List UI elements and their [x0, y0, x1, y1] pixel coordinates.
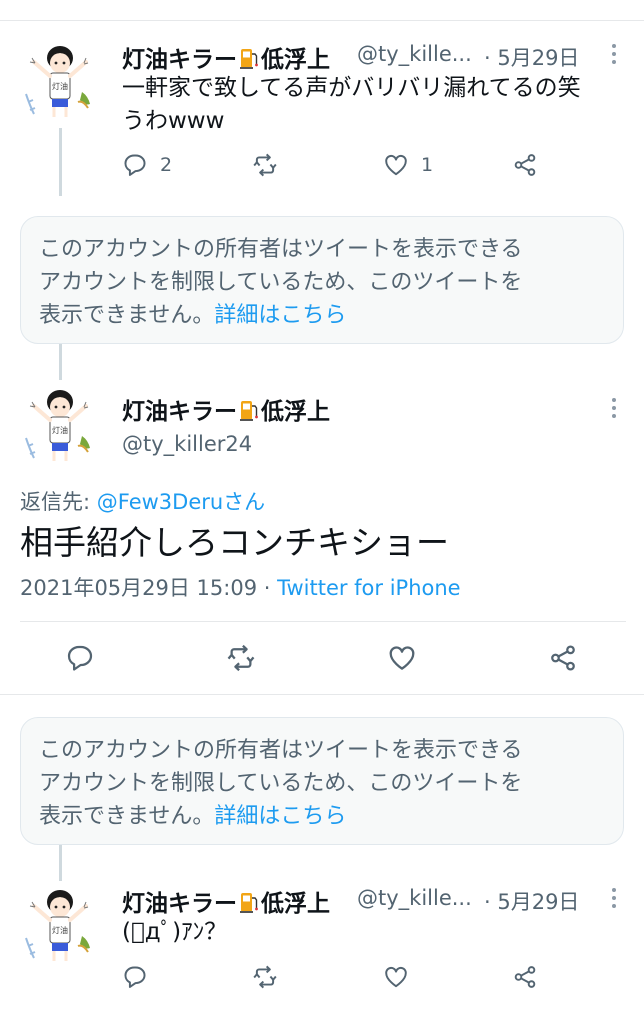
like-icon [387, 643, 417, 673]
tweet-date[interactable]: · 5月29日 [484, 42, 579, 72]
main-tweet-text: 相手紹介しろコンチキショー [20, 523, 449, 562]
more-icon[interactable] [611, 398, 617, 422]
top-divider [0, 20, 644, 21]
tweet-text: (ﾟдﾟ)ｱﾝ？ [122, 919, 228, 945]
user-avatar[interactable] [20, 380, 100, 466]
display-name[interactable]: 灯油キラー 低浮上 [122, 884, 330, 918]
retweet-button[interactable] [252, 964, 278, 990]
tweet-timestamp: 2021年05月29日 15:09 · Twitter for iPhone [20, 576, 461, 600]
reply-count: 2 [160, 154, 173, 176]
reply-icon [122, 152, 148, 178]
reply-button[interactable] [122, 964, 148, 990]
like-button[interactable] [387, 643, 417, 673]
share-icon [512, 964, 538, 990]
like-icon [383, 964, 409, 990]
fuel-pump-icon [239, 890, 259, 914]
more-icon[interactable] [611, 44, 617, 68]
reply-button[interactable]: 2 [122, 152, 172, 178]
retweet-button[interactable] [252, 152, 278, 178]
display-name[interactable]: 灯油キラー 低浮上 [122, 40, 330, 74]
section-divider [0, 694, 644, 695]
thread-line [59, 845, 62, 881]
source-link[interactable]: Twitter for iPhone [277, 576, 461, 600]
handle[interactable]: @ty_kille... [357, 42, 472, 66]
retweet-icon [226, 643, 256, 673]
reply-icon [65, 643, 95, 673]
retweet-icon [252, 152, 278, 178]
share-button[interactable] [512, 152, 538, 178]
learn-more-link[interactable]: 詳細はこちら [214, 804, 346, 829]
share-icon [548, 643, 578, 673]
tweet-date[interactable]: · 5月29日 [484, 886, 579, 916]
like-button[interactable] [383, 964, 409, 990]
learn-more-link[interactable]: 詳細はこちら [214, 303, 346, 328]
share-icon [512, 152, 538, 178]
like-icon [383, 152, 409, 178]
share-button[interactable] [548, 643, 578, 673]
restricted-tweet-notice: このアカウントの所有者はツイートを表示できる アカウントを制限しているため、この… [20, 717, 624, 845]
retweet-icon [252, 964, 278, 990]
reply-icon [122, 964, 148, 990]
like-button[interactable]: 1 [383, 152, 433, 178]
handle[interactable]: @ty_killer24 [122, 432, 252, 456]
retweet-button[interactable] [226, 643, 256, 673]
reply-button[interactable] [65, 643, 95, 673]
fuel-pump-icon [239, 46, 259, 70]
reply-to-link[interactable]: @Few3Deruさん [97, 490, 265, 514]
user-avatar[interactable] [20, 880, 100, 966]
fuel-pump-icon [239, 398, 259, 422]
more-icon[interactable] [611, 888, 617, 912]
reply-to-line: 返信先: @Few3Deruさん [20, 490, 266, 514]
share-button[interactable] [512, 964, 538, 990]
thread-line [59, 128, 62, 196]
thread-line [59, 344, 62, 380]
handle[interactable]: @ty_kille... [357, 886, 472, 910]
display-name[interactable]: 灯油キラー 低浮上 [122, 392, 330, 426]
restricted-tweet-notice: このアカウントの所有者はツイートを表示できる アカウントを制限しているため、この… [20, 216, 624, 344]
user-avatar[interactable] [20, 36, 100, 122]
like-count: 1 [421, 154, 434, 176]
divider [20, 621, 626, 622]
tweet-text: 一軒家で致してる声がバリバリ漏れてるの笑 うわwww [122, 75, 581, 134]
